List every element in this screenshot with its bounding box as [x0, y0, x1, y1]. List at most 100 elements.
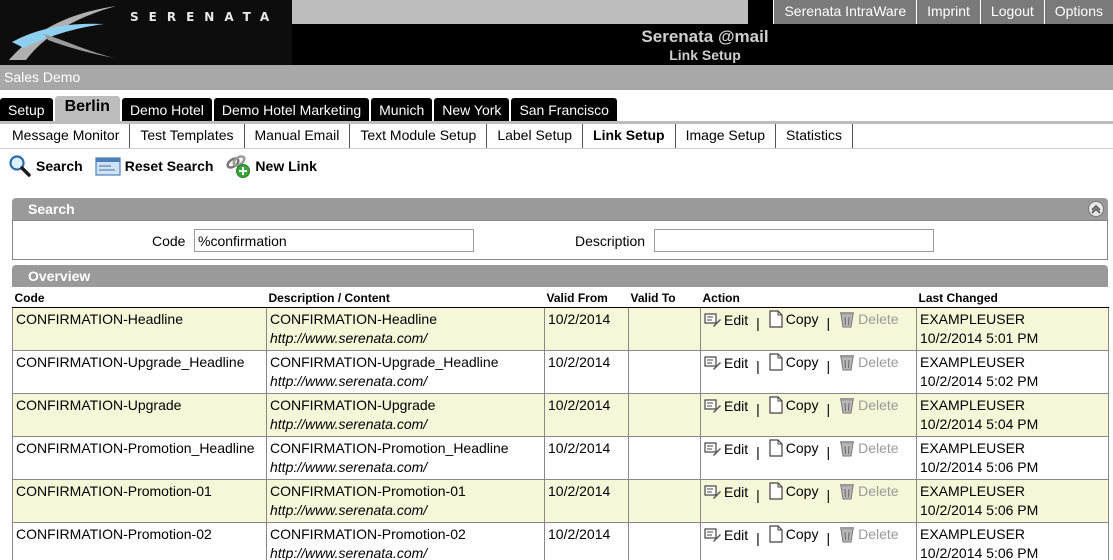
edit-button[interactable]: Edit: [704, 483, 748, 502]
copy-button[interactable]: Copy: [768, 353, 819, 372]
action-separator: |: [826, 487, 831, 503]
search-section-header[interactable]: Search: [12, 198, 1108, 220]
code-text: CONFIRMATION-Upgrade: [16, 396, 182, 413]
new-link-button[interactable]: New Link: [225, 153, 317, 179]
logo: SERENATA: [0, 0, 292, 65]
valid-from-text: 10/2/2014: [548, 482, 611, 499]
delete-button: Delete: [838, 482, 899, 501]
action-separator: |: [756, 358, 760, 374]
delete-button: Delete: [838, 353, 899, 372]
cell-valid-to: [628, 436, 701, 480]
overview-section-title: Overview: [28, 268, 91, 284]
delete-label: Delete: [858, 396, 899, 413]
top-link-logout[interactable]: Logout: [979, 0, 1044, 24]
description-text: CONFIRMATION-Promotion_Headline: [270, 439, 509, 456]
header-strip: [292, 0, 748, 24]
collapse-button[interactable]: [1088, 201, 1104, 217]
search-button[interactable]: Search: [8, 154, 83, 178]
column-header-last-changed[interactable]: Last Changed: [916, 290, 1109, 308]
column-header-action: Action: [700, 290, 917, 308]
edit-label: Edit: [724, 397, 749, 414]
subnav-test-templates[interactable]: Test Templates: [130, 124, 245, 148]
column-header-description[interactable]: Description / Content: [266, 290, 545, 308]
link-url: http://www.serenata.com/: [270, 458, 428, 475]
edit-button[interactable]: Edit: [704, 440, 748, 459]
copy-button[interactable]: Copy: [768, 396, 818, 415]
cell-last-changed: EXAMPLEUSER 10/2/2014 5:06 PM: [916, 436, 1109, 480]
tab-san-francisco[interactable]: San Francisco: [511, 98, 617, 123]
tab-munich[interactable]: Munich: [371, 98, 433, 123]
column-header-code[interactable]: Code: [12, 290, 267, 308]
cell-action: Edit | Copy | Delete: [700, 522, 917, 560]
code-input[interactable]: [194, 229, 474, 252]
tab-demo-hotel-marketing[interactable]: Demo Hotel Marketing: [213, 98, 370, 123]
trash-icon: [840, 312, 855, 328]
cell-valid-from: 10/2/2014: [544, 307, 629, 351]
edit-button[interactable]: Edit: [704, 526, 748, 545]
edit-label: Edit: [724, 440, 749, 457]
copy-button[interactable]: Copy: [768, 439, 818, 458]
subnav-label-setup[interactable]: Label Setup: [487, 124, 584, 148]
subnav-link-setup[interactable]: Link Setup: [583, 124, 676, 148]
changed-at-text: 10/2/2014 5:02 PM: [920, 372, 1039, 389]
copy-button[interactable]: Copy: [768, 525, 818, 544]
column-header-valid-to[interactable]: Valid To: [628, 290, 701, 308]
cell-action: Edit | Copy | Delete: [700, 479, 917, 523]
link-url: http://www.serenata.com/: [270, 415, 428, 432]
tab-berlin[interactable]: Berlin: [54, 96, 120, 123]
tab-demo-hotel[interactable]: Demo Hotel: [121, 98, 212, 123]
cell-description: CONFIRMATION-Headline http://www.serenata…: [266, 307, 545, 351]
description-text: CONFIRMATION-Promotion-01: [270, 482, 466, 499]
subnav-text-module-setup[interactable]: Text Module Setup: [350, 124, 488, 148]
cell-valid-to: [628, 479, 701, 523]
edit-label: Edit: [724, 311, 749, 328]
new-link-icon: [226, 155, 251, 178]
top-link-options[interactable]: Options: [1043, 0, 1113, 24]
subnav-message-monitor[interactable]: Message Monitor: [0, 124, 131, 148]
sub-navigation: Message Monitor Test Templates Manual Em…: [0, 124, 1113, 148]
description-input[interactable]: [654, 229, 934, 252]
subnav-image-setup[interactable]: Image Setup: [676, 124, 776, 148]
delete-button: Delete: [838, 310, 899, 329]
valid-from-text: 10/2/2014: [548, 525, 611, 542]
cell-valid-to: [628, 307, 701, 351]
copy-label: Copy: [785, 353, 819, 370]
changed-by-text: EXAMPLEUSER: [920, 353, 1026, 370]
links-table: Code Description / Content Valid From Va…: [12, 290, 1109, 560]
changed-at-text: 10/2/2014 5:01 PM: [920, 329, 1039, 346]
top-link-intraware[interactable]: Serenata IntraWare: [773, 0, 917, 24]
cell-action: Edit | Copy | Delete: [700, 393, 917, 437]
delete-label: Delete: [858, 439, 899, 456]
reset-search-label: Reset Search: [124, 158, 214, 174]
cell-valid-from: 10/2/2014: [544, 479, 629, 523]
subnav-statistics[interactable]: Statistics: [776, 124, 854, 148]
edit-button[interactable]: Edit: [704, 311, 748, 330]
cell-valid-from: 10/2/2014: [544, 393, 629, 437]
description-label: Description: [575, 233, 646, 249]
changed-by-text: EXAMPLEUSER: [920, 439, 1026, 456]
top-link-imprint[interactable]: Imprint: [916, 0, 980, 24]
column-header-valid-from[interactable]: Valid From: [544, 290, 629, 308]
copy-label: Copy: [785, 310, 819, 327]
search-section-title: Search: [28, 201, 75, 217]
description-text: CONFIRMATION-Upgrade_Headline: [270, 353, 499, 370]
tab-setup[interactable]: Setup: [0, 98, 53, 123]
copy-button[interactable]: Copy: [768, 482, 818, 501]
action-separator: |: [826, 401, 831, 417]
tab-new-york[interactable]: New York: [434, 98, 510, 123]
edit-icon: [704, 399, 721, 413]
cell-valid-from: 10/2/2014: [544, 350, 629, 394]
copy-icon: [769, 482, 783, 500]
valid-from-text: 10/2/2014: [548, 353, 611, 370]
toolbar: Search Reset Search New Link: [8, 152, 329, 180]
action-separator: |: [756, 530, 760, 546]
edit-button[interactable]: Edit: [704, 397, 748, 416]
edit-button[interactable]: Edit: [704, 354, 748, 373]
description-text: CONFIRMATION-Promotion-02: [270, 525, 466, 542]
cell-last-changed: EXAMPLEUSER 10/2/2014 5:02 PM: [916, 350, 1109, 394]
search-form: Code Description: [12, 220, 1108, 260]
reset-search-button[interactable]: Reset Search: [95, 154, 214, 178]
subnav-manual-email[interactable]: Manual Email: [245, 124, 351, 148]
copy-button[interactable]: Copy: [768, 310, 819, 329]
copy-icon: [769, 353, 783, 371]
